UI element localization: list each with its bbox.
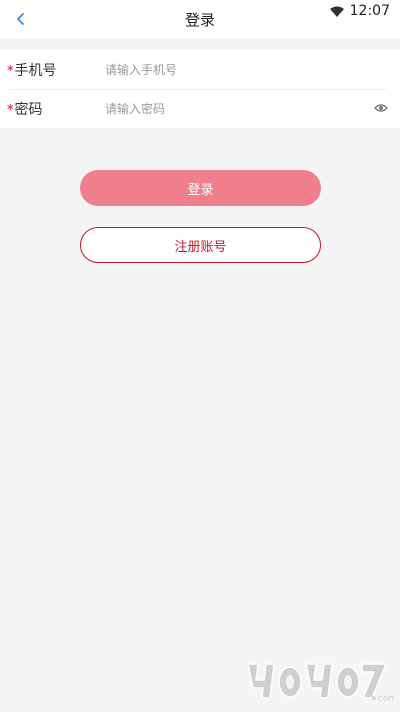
password-label: *密码 [7, 99, 43, 119]
password-row: *密码 [0, 89, 400, 128]
svg-text:com: com [378, 694, 394, 704]
status-bar: 12:07 [329, 2, 390, 20]
phone-label: *手机号 [7, 60, 57, 80]
brand-watermark-logo: com [247, 663, 394, 704]
top-bar: 登录 12:07 [0, 0, 400, 38]
required-mark: * [7, 103, 14, 118]
phone-label-text: 手机号 [14, 63, 57, 79]
login-button[interactable]: 登录 [80, 170, 321, 206]
register-button[interactable]: 注册账号 [80, 227, 321, 263]
login-form: *手机号 *密码 [0, 50, 400, 128]
password-input[interactable] [105, 98, 355, 120]
phone-input[interactable] [105, 59, 355, 81]
wifi-icon [329, 6, 344, 17]
eye-icon[interactable] [374, 102, 388, 114]
required-mark: * [7, 64, 14, 79]
password-label-text: 密码 [14, 102, 43, 118]
phone-row: *手机号 [0, 50, 400, 89]
status-time: 12:07 [349, 3, 390, 19]
